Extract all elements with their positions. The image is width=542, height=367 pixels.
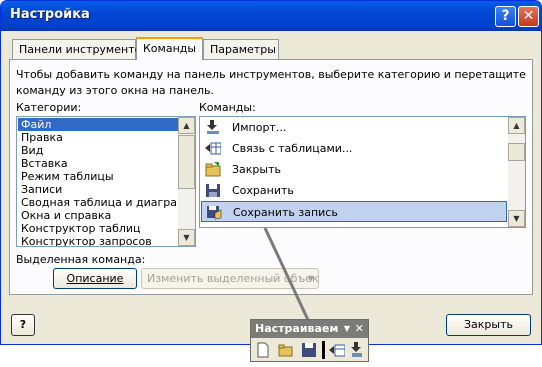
tab-commands[interactable]: Команды [136, 37, 203, 60]
drag-arrow-icon [263, 227, 328, 358]
floating-toolbar-title: Настраиваем [255, 322, 339, 335]
insertion-marker [322, 341, 325, 359]
tab-label: Команды [143, 42, 197, 55]
import-icon[interactable] [349, 342, 365, 358]
save-icon[interactable] [301, 342, 317, 358]
floating-toolbar-titlebar[interactable]: Настраиваем ▼ ✕ [251, 320, 368, 338]
toolbar-close-icon[interactable]: ✕ [355, 320, 364, 338]
floating-toolbar[interactable]: Настраиваем ▼ ✕ [250, 319, 369, 362]
new-document-icon[interactable] [255, 342, 271, 358]
link-tables-icon[interactable] [329, 342, 345, 358]
toolbar-options-arrow-icon[interactable]: ▼ [344, 320, 350, 338]
open-folder-icon[interactable] [278, 342, 294, 358]
